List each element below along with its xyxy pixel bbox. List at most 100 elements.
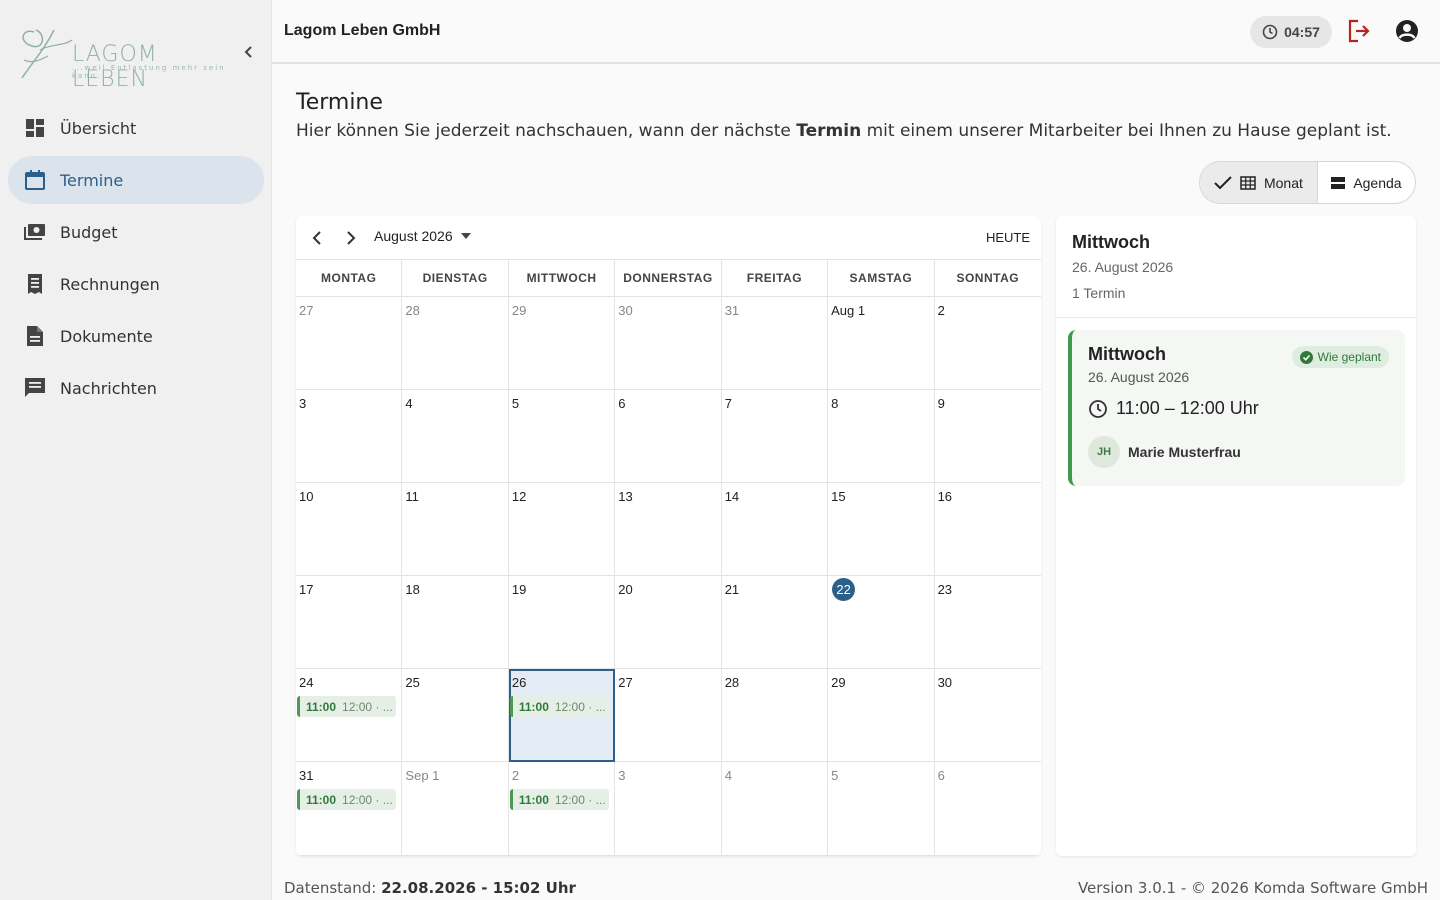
sidebar-item-termine[interactable]: Termine: [8, 156, 264, 204]
calendar-day-cell[interactable]: 30: [615, 297, 722, 390]
calendar-event[interactable]: 11:00 12:00 · ...: [297, 789, 396, 810]
calendar-day-cell[interactable]: 19: [508, 576, 616, 669]
weekday-label: DONNERSTAG: [615, 260, 722, 296]
calendar-day-cell[interactable]: 5: [508, 390, 616, 483]
sidebar-item-rechnungen[interactable]: Rechnungen: [8, 260, 264, 308]
receipt-icon: [24, 273, 46, 295]
day-number: 19: [511, 582, 527, 597]
desc-bold: Termin: [796, 121, 862, 141]
version-info: Version 3.0.1 - © 2026 Komda Software Gm…: [1077, 879, 1428, 897]
calendar-day-cell[interactable]: 2: [934, 297, 1041, 390]
calendar-day-cell[interactable]: 12: [508, 483, 616, 576]
day-number: 10: [299, 489, 314, 504]
calendar-card: August 2026 HEUTE MONTAG DIENSTAG MITTWO…: [296, 216, 1041, 856]
calendar-day-cell[interactable]: 8: [828, 390, 935, 483]
agenda-icon: [1331, 176, 1346, 189]
day-number: 8: [831, 396, 839, 411]
sidebar-item-budget[interactable]: Budget: [8, 208, 264, 256]
appointment-date: 26. August 2026: [1088, 369, 1190, 385]
day-weekday: Mittwoch: [1072, 232, 1150, 252]
day-number: 9: [937, 396, 945, 411]
event-start-time: 11:00: [518, 699, 549, 714]
calendar-day-cell[interactable]: 14: [721, 483, 829, 576]
calendar-day-cell[interactable]: 10: [296, 483, 403, 576]
today-button[interactable]: HEUTE: [986, 230, 1030, 245]
calendar-day-cell[interactable]: 28: [402, 297, 509, 390]
day-number: 29: [831, 675, 846, 690]
calendar-day-cell[interactable]: 30: [934, 669, 1041, 762]
logout-button[interactable]: [1346, 18, 1374, 46]
day-number: Sep 1: [405, 768, 440, 783]
calendar-day-cell[interactable]: 15: [828, 483, 935, 576]
calendar-day-cell[interactable]: 11: [402, 483, 509, 576]
calendar-day-cell[interactable]: 3: [615, 762, 722, 856]
sidebar-item-label: Termine: [60, 170, 124, 190]
day-number: 25: [405, 675, 420, 690]
appointment-card[interactable]: Mittwoch 26. August 2026 Wie geplant 11:…: [1068, 330, 1405, 486]
calendar-day-cell[interactable]: 13: [615, 483, 722, 576]
collapse-sidebar-button[interactable]: [242, 40, 262, 64]
calendar-day-cell[interactable]: Sep 1: [402, 762, 509, 856]
sidebar-item-label: Nachrichten: [60, 378, 157, 398]
calendar-day-cell[interactable]: 20: [615, 576, 722, 669]
event-details: 12:00 · ...: [342, 792, 393, 807]
agenda-view-label: Agenda: [1353, 174, 1402, 191]
agenda-view-button[interactable]: Agenda: [1318, 162, 1415, 203]
calendar-day-cell[interactable]: 6: [934, 762, 1041, 856]
calendar-day-cell[interactable]: 17: [296, 576, 403, 669]
calendar-day-cell[interactable]: 27: [615, 669, 722, 762]
logout-icon: [1348, 19, 1370, 43]
calendar-day-cell[interactable]: 29: [828, 669, 935, 762]
calendar-day-cell[interactable]: 28: [721, 669, 829, 762]
calendar-day-cell[interactable]: 22: [828, 576, 935, 669]
day-number: 20: [618, 582, 633, 597]
session-timer: 04:57: [1250, 16, 1332, 48]
calendar-day-cell[interactable]: 26 11:00 12:00 · ...: [508, 669, 616, 762]
next-month-button[interactable]: [340, 228, 360, 248]
month-view-button[interactable]: Monat: [1200, 162, 1318, 203]
calendar-day-cell[interactable]: Aug 1: [828, 297, 935, 390]
status-badge: Wie geplant: [1291, 346, 1389, 368]
chevron-left-icon: [244, 46, 252, 58]
day-number: 13: [618, 489, 633, 504]
calendar-day-cell[interactable]: 2 11:00 12:00 · ...: [508, 762, 616, 856]
calendar-day-cell[interactable]: 18: [402, 576, 509, 669]
calendar-event[interactable]: 11:00 12:00 · ...: [509, 789, 609, 810]
calendar-day-cell[interactable]: 4: [721, 762, 829, 856]
calendar-event[interactable]: 11:00 12:00 · ...: [509, 696, 609, 717]
calendar-day-cell[interactable]: 9: [934, 390, 1041, 483]
calendar-day-cell[interactable]: 29: [508, 297, 616, 390]
brand-logo[interactable]: LAGOM LEBEN ...weil Entlastung mehr sein…: [14, 20, 234, 92]
calendar-event[interactable]: 11:00 12:00 · ...: [297, 696, 396, 717]
day-number: 17: [299, 582, 314, 597]
calendar-day-cell[interactable]: 21: [721, 576, 829, 669]
calendar-day-cell[interactable]: 5: [828, 762, 935, 856]
desc-text: mit einem unserer Mitarbeiter bei Ihnen …: [861, 121, 1392, 141]
day-number: Aug 1: [831, 303, 866, 318]
calendar-day-cell[interactable]: 31 11:00 12:00 · ...: [296, 762, 403, 856]
event-details: 12:00 · ...: [342, 699, 393, 714]
day-number: 30: [618, 303, 633, 318]
status-label: Wie geplant: [1317, 350, 1381, 364]
calendar-day-cell[interactable]: 31: [721, 297, 829, 390]
weekday-label: DIENSTAG: [402, 260, 509, 296]
calendar-day-cell[interactable]: 16: [934, 483, 1041, 576]
account-button[interactable]: [1394, 18, 1422, 46]
day-number: 3: [618, 768, 626, 783]
calendar-day-cell[interactable]: 27: [296, 297, 403, 390]
month-select[interactable]: August 2026: [374, 228, 471, 244]
sidebar-item-nachrichten[interactable]: Nachrichten: [8, 364, 264, 412]
calendar-day-cell[interactable]: 25: [402, 669, 509, 762]
sidebar-item-uebersicht[interactable]: Übersicht: [8, 104, 264, 152]
calendar-day-cell[interactable]: 3: [296, 390, 403, 483]
prev-month-button[interactable]: [308, 228, 328, 248]
calendar-day-cell[interactable]: 4: [402, 390, 509, 483]
event-start-time: 11:00: [518, 792, 549, 807]
calendar-day-cell[interactable]: 7: [721, 390, 829, 483]
calendar-day-cell[interactable]: 24 11:00 12:00 · ...: [296, 669, 403, 762]
calendar-day-cell[interactable]: 23: [934, 576, 1041, 669]
calendar-day-cell[interactable]: 6: [615, 390, 722, 483]
today-day-number: 22: [832, 578, 856, 601]
sidebar-item-dokumente[interactable]: Dokumente: [8, 312, 264, 360]
day-number: 15: [831, 489, 846, 504]
